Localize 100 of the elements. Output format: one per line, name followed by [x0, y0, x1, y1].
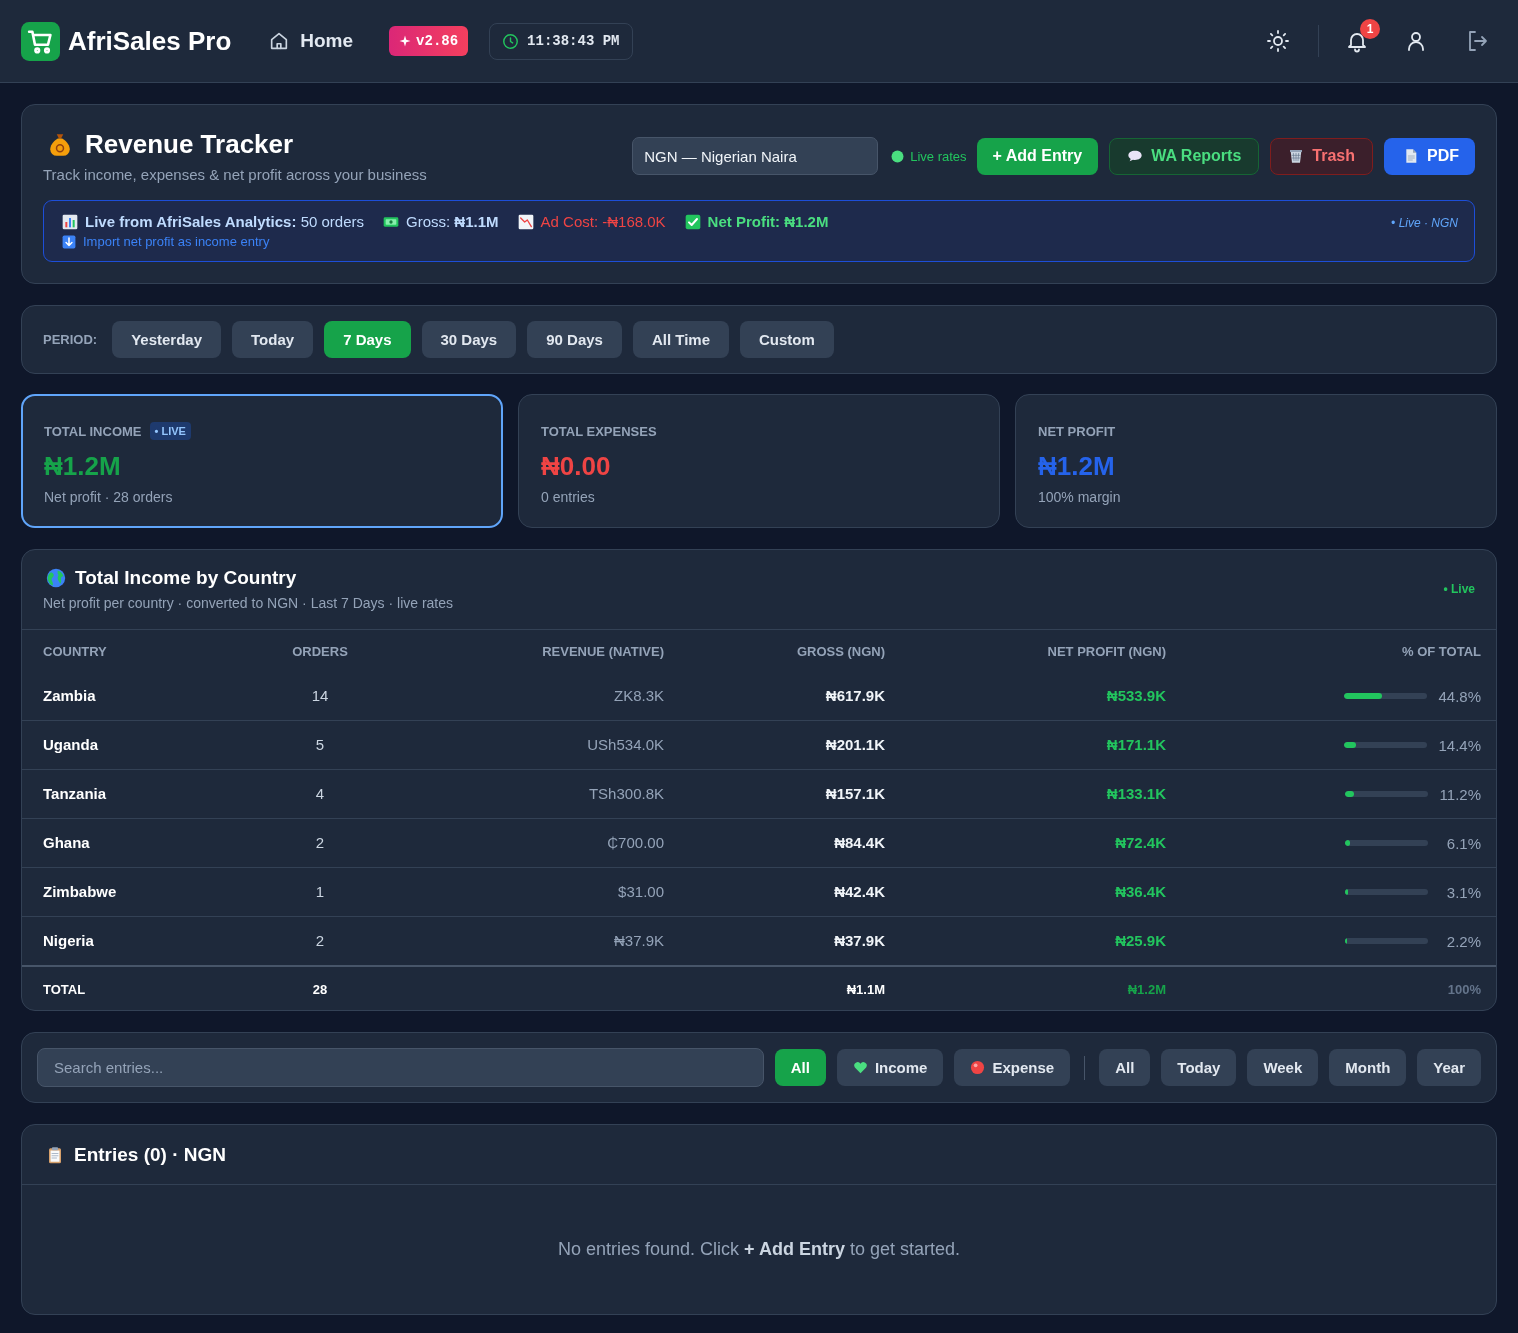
- stat-value: ₦1.2M: [1038, 451, 1116, 482]
- gross-cell: ₦42.4K: [834, 883, 885, 900]
- country-cell: Ghana: [43, 834, 90, 851]
- stat-title: TOTAL INCOME: [44, 423, 142, 439]
- document-icon: [1403, 148, 1419, 164]
- country-cell: Zambia: [43, 687, 96, 704]
- analytics-stat: Ad Cost: -₦168.0K: [540, 213, 666, 230]
- version-label: v2.86: [416, 33, 459, 49]
- total-orders: 28: [312, 981, 328, 997]
- globe-icon: [46, 568, 66, 588]
- net-profit-cell: ₦533.9K: [1106, 687, 1166, 704]
- checkbox-icon: [684, 213, 701, 230]
- chart-down-icon: [517, 213, 534, 230]
- stat-title: TOTAL EXPENSES: [541, 423, 657, 439]
- column-header: ORDERS: [292, 644, 348, 659]
- range-filter-button[interactable]: All: [1099, 1049, 1151, 1086]
- period-tab[interactable]: All Time: [632, 321, 729, 358]
- cart-logo-icon: [21, 21, 60, 61]
- analytics-stat: Live from AfriSales Analytics: 50 orders: [85, 213, 364, 230]
- column-header: NET PROFIT (NGN): [1047, 644, 1166, 659]
- section-title: Total Income by Country: [75, 567, 297, 589]
- section-subtitle: Net profit per country · converted to NGN · Last 7 Days · live rates: [43, 595, 454, 611]
- revenue-cell: ₵700.00: [607, 834, 664, 851]
- net-profit-cell: ₦171.1K: [1106, 736, 1166, 753]
- total-net-profit: ₦1.2M: [1127, 981, 1166, 997]
- type-filter-button[interactable]: Income: [836, 1049, 944, 1086]
- sparkle-icon: [399, 35, 412, 47]
- page-title: Revenue Tracker: [85, 129, 294, 160]
- gross-cell: ₦37.9K: [834, 932, 885, 949]
- live-status: • Live: [1443, 582, 1475, 596]
- live-rates-label: Live rates: [910, 148, 967, 164]
- heart-icon: [852, 1060, 868, 1075]
- live-badge: • LIVE: [149, 422, 191, 440]
- share-cell-text: 3.1%: [1445, 883, 1481, 901]
- type-filter-button[interactable]: Expense: [954, 1049, 1071, 1086]
- gross-cell: ₦617.9K: [825, 687, 885, 704]
- trash-button[interactable]: Trash: [1270, 137, 1373, 175]
- page-subtitle: Track income, expenses & net profit across your business: [43, 166, 427, 183]
- net-profit-cell: ₦72.4K: [1115, 834, 1166, 851]
- live-status: • Live · NGN: [1391, 215, 1458, 232]
- period-label: PERIOD:: [43, 332, 98, 347]
- column-header: GROSS (NGN): [796, 644, 885, 659]
- stat-note: Net profit · 28 orders: [44, 489, 174, 505]
- period-tab[interactable]: Yesterday: [112, 321, 222, 358]
- clock-icon: [502, 32, 520, 50]
- search-field[interactable]: Search entries...: [37, 1048, 764, 1087]
- sun-icon[interactable]: [1266, 29, 1290, 53]
- range-filter-button[interactable]: Week: [1247, 1049, 1319, 1086]
- clipboard-icon: [46, 1145, 64, 1164]
- revenue-cell: ZK8.3K: [613, 687, 664, 704]
- currency-select[interactable]: NGN — Nigerian Naira: [632, 137, 879, 175]
- orders-cell: 2: [315, 932, 325, 949]
- bar-chart-icon: [62, 213, 78, 230]
- stat-value: ₦1.2M: [44, 451, 122, 482]
- net-profit-cell: ₦36.4K: [1115, 883, 1166, 900]
- status-dot-icon: [891, 149, 905, 163]
- stat-note: 0 entries: [541, 489, 596, 505]
- home-link[interactable]: Home: [268, 30, 354, 52]
- share-cell-text: 2.2%: [1445, 932, 1481, 950]
- gross-cell: ₦84.4K: [834, 834, 885, 851]
- country-cell: Zimbabwe: [43, 883, 117, 900]
- range-filter-button[interactable]: Month: [1329, 1049, 1407, 1086]
- analytics-stat: Net Profit: ₦1.2M: [707, 213, 829, 230]
- analytics-stat: Gross: ₦1.1M: [406, 213, 499, 230]
- clock-time: 11:38:43 PM: [527, 33, 620, 49]
- section-title: Entries (0) · NGN: [74, 1143, 227, 1166]
- column-header: REVENUE (NATIVE): [542, 644, 664, 659]
- wa-reports-button[interactable]: WA Reports: [1109, 137, 1260, 175]
- gross-cell: ₦157.1K: [825, 785, 885, 802]
- orders-cell: 1: [315, 883, 325, 900]
- circle-icon: [970, 1060, 986, 1075]
- country-cell: Tanzania: [43, 785, 107, 802]
- share-cell-text: 6.1%: [1445, 834, 1481, 852]
- period-tab[interactable]: Custom: [740, 321, 834, 358]
- orders-cell: 2: [315, 834, 325, 851]
- period-tab[interactable]: 90 Days: [527, 321, 622, 358]
- net-profit-cell: ₦133.1K: [1106, 785, 1166, 802]
- wastebasket-icon: [1288, 148, 1305, 164]
- column-header: COUNTRY: [43, 644, 107, 659]
- total-label: TOTAL: [43, 981, 86, 997]
- revenue-cell: USh534.0K: [587, 736, 664, 753]
- orders-cell: 5: [315, 736, 325, 753]
- period-tab[interactable]: 30 Days: [421, 321, 517, 358]
- empty-message: No entries found. Click + Add Entry to get started.: [558, 1239, 960, 1260]
- country-cell: Nigeria: [43, 932, 94, 949]
- orders-cell: 4: [315, 785, 325, 802]
- period-tab[interactable]: Today: [232, 321, 314, 358]
- revenue-cell: ₦37.9K: [613, 932, 664, 949]
- notification-badge: 1: [1360, 19, 1380, 39]
- range-filter-button[interactable]: Today: [1161, 1049, 1237, 1086]
- stat-value: ₦0.00: [541, 451, 612, 482]
- column-header: % OF TOTAL: [1402, 644, 1481, 659]
- orders-cell: 14: [311, 687, 329, 704]
- speech-bubble-icon: [1127, 148, 1144, 164]
- range-filter-button[interactable]: Year: [1417, 1049, 1481, 1086]
- revenue-cell: $31.00: [618, 883, 664, 900]
- pdf-button[interactable]: PDF: [1384, 137, 1475, 175]
- total-share: 100%: [1447, 981, 1481, 997]
- share-cell: 11.2%: [1439, 785, 1481, 803]
- import-link[interactable]: Import net profit as income entry: [83, 234, 270, 249]
